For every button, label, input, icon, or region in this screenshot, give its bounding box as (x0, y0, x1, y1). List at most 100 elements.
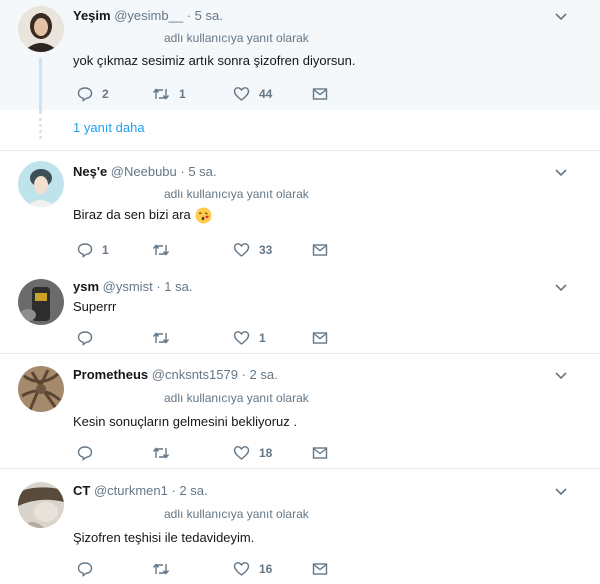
tweet-ysm[interactable]: ysm @ysmist · 1 sa. Superrr 1 (0, 269, 600, 353)
user-handle[interactable]: @yesimb__ (114, 8, 183, 23)
avatar[interactable] (18, 482, 64, 528)
tweet-header: ysm @ysmist · 1 sa. (73, 279, 192, 294)
tweet-header: CT @cturkmen1 · 2 sa. (73, 483, 208, 498)
reply-button[interactable] (77, 443, 102, 463)
kissing-face-emoji (195, 207, 212, 224)
reply-icon (77, 446, 93, 461)
tweet-header: Prometheus @cnksnts1579 · 2 sa. (73, 367, 278, 382)
retweet-icon (152, 447, 170, 459)
tweet-actions: 18 (73, 443, 373, 463)
display-name[interactable]: CT (73, 483, 90, 498)
show-more-replies-link[interactable]: 1 yanıt daha (73, 120, 145, 135)
direct-message-button[interactable] (312, 84, 328, 104)
user-handle[interactable]: @cnksnts1579 (152, 367, 238, 382)
tweet-actions: 16 (73, 559, 373, 579)
tweet-actions: 1 (73, 328, 373, 348)
reply-button[interactable]: 2 (77, 84, 109, 104)
envelope-icon (312, 563, 328, 575)
like-count: 44 (259, 87, 273, 101)
tweet-header: Neş'e @Neebubu · 5 sa. (73, 164, 217, 179)
tweet-actions: 1 33 (73, 240, 373, 260)
avatar[interactable] (18, 366, 64, 412)
like-button[interactable]: 18 (233, 443, 272, 463)
display-name[interactable]: ysm (73, 279, 99, 294)
like-count: 1 (259, 331, 266, 345)
tweet-text: Superrr (73, 299, 117, 314)
reply-icon (77, 87, 93, 102)
reply-context: adlı kullanıcıya yanıt olarak (164, 507, 309, 521)
like-count: 18 (259, 446, 273, 460)
retweet-icon (152, 563, 170, 575)
direct-message-button[interactable] (312, 240, 328, 260)
tweet-text: Şizofren teşhisi ile tedavideyim. (73, 530, 255, 545)
retweet-button[interactable] (152, 559, 179, 579)
reply-count: 1 (102, 243, 109, 257)
display-name[interactable]: Prometheus (73, 367, 148, 382)
reply-count: 2 (102, 87, 109, 101)
display-name[interactable]: Neş'e (73, 164, 107, 179)
avatar[interactable] (18, 6, 64, 52)
retweet-button[interactable] (152, 240, 179, 260)
chevron-down-icon[interactable] (554, 12, 568, 22)
retweet-button[interactable]: 1 (152, 84, 186, 104)
thread-line (39, 110, 42, 114)
tweet-nese[interactable]: Neş'e @Neebubu · 5 sa. adlı kullanıcıya … (0, 151, 600, 269)
retweet-icon (152, 332, 170, 344)
reply-icon (77, 562, 93, 577)
thread-dot (39, 118, 42, 121)
timestamp[interactable]: · 1 sa. (156, 279, 192, 294)
timestamp[interactable]: · 2 sa. (242, 367, 278, 382)
tweet-yesim[interactable]: Yeşim @yesimb__ · 5 sa. adlı kullanıcıya… (0, 0, 600, 110)
heart-icon (233, 446, 250, 460)
reply-icon (77, 243, 93, 258)
reply-button[interactable]: 1 (77, 240, 109, 260)
tweet-text-line: Biraz da sen bizi ara (73, 207, 212, 224)
retweet-icon (152, 244, 170, 256)
tweet-prometheus[interactable]: Prometheus @cnksnts1579 · 2 sa. adlı kul… (0, 354, 600, 468)
reply-icon (77, 331, 93, 346)
like-button[interactable]: 33 (233, 240, 272, 260)
reply-context: adlı kullanıcıya yanıt olarak (164, 391, 309, 405)
chevron-down-icon[interactable] (554, 371, 568, 381)
thread-dot (39, 130, 42, 133)
direct-message-button[interactable] (312, 559, 328, 579)
direct-message-button[interactable] (312, 328, 328, 348)
reply-context: adlı kullanıcıya yanıt olarak (164, 187, 309, 201)
like-button[interactable]: 16 (233, 559, 272, 579)
like-button[interactable]: 1 (233, 328, 266, 348)
envelope-icon (312, 88, 328, 100)
envelope-icon (312, 447, 328, 459)
thread-dot (39, 124, 42, 127)
heart-icon (233, 331, 250, 345)
chevron-down-icon[interactable] (554, 283, 568, 293)
like-button[interactable]: 44 (233, 84, 272, 104)
timestamp[interactable]: · 5 sa. (180, 164, 216, 179)
user-handle[interactable]: @cturkmen1 (94, 483, 168, 498)
avatar[interactable] (18, 161, 64, 207)
avatar[interactable] (18, 279, 64, 325)
envelope-icon (312, 332, 328, 344)
envelope-icon (312, 244, 328, 256)
chevron-down-icon[interactable] (554, 487, 568, 497)
heart-icon (233, 87, 250, 101)
reply-button[interactable] (77, 328, 102, 348)
retweet-button[interactable] (152, 443, 179, 463)
tweet-header: Yeşim @yesimb__ · 5 sa. (73, 8, 223, 23)
chevron-down-icon[interactable] (554, 168, 568, 178)
direct-message-button[interactable] (312, 443, 328, 463)
tweet-ct[interactable]: CT @cturkmen1 · 2 sa. adlı kullanıcıya y… (0, 469, 600, 584)
display-name[interactable]: Yeşim (73, 8, 111, 23)
user-handle[interactable]: @ysmist (103, 279, 153, 294)
tweet-actions: 2 1 44 (73, 84, 373, 104)
retweet-icon (152, 88, 170, 100)
retweet-button[interactable] (152, 328, 179, 348)
tweet-text: yok çıkmaz sesimiz artık sonra şizofren … (73, 53, 356, 68)
reply-context: adlı kullanıcıya yanıt olarak (164, 31, 309, 45)
thread-dot (39, 136, 42, 139)
thread-line (39, 58, 42, 110)
user-handle[interactable]: @Neebubu (111, 164, 177, 179)
like-count: 33 (259, 243, 273, 257)
timestamp[interactable]: · 5 sa. (187, 8, 223, 23)
timestamp[interactable]: · 2 sa. (171, 483, 207, 498)
reply-button[interactable] (77, 559, 102, 579)
